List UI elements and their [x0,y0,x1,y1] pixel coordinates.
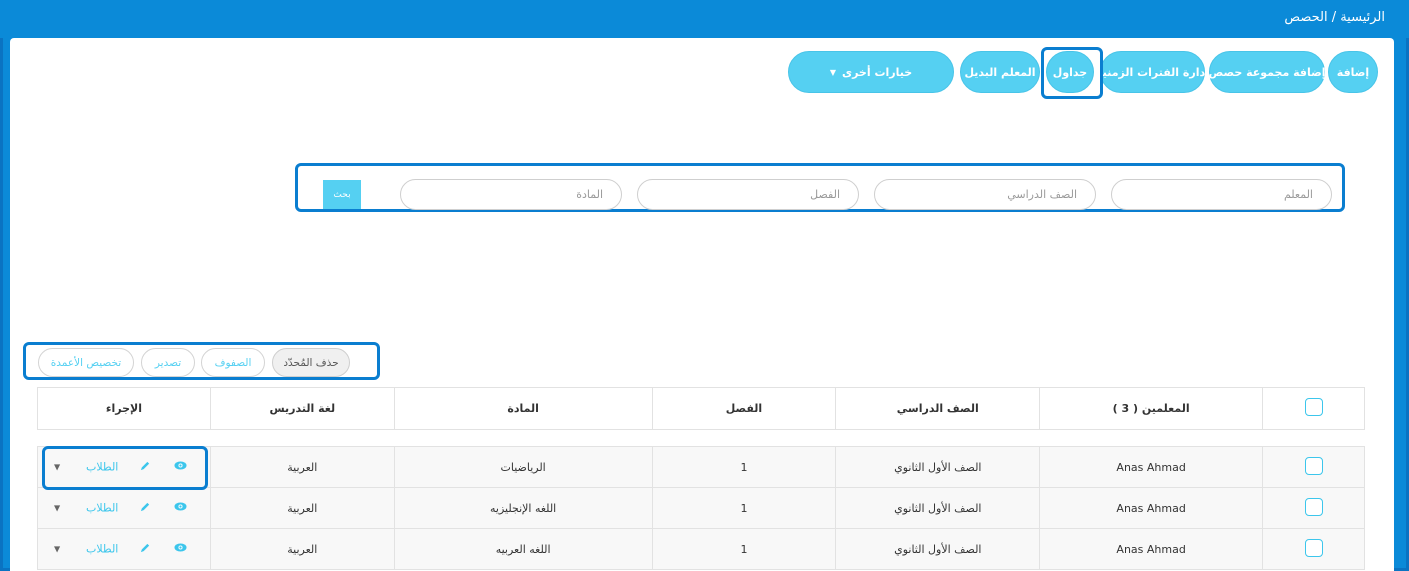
caret-down-icon[interactable]: ▼ [54,504,60,513]
class-input[interactable]: الفصل [637,179,859,210]
header-language: لغة التدريس [209,387,395,430]
subject-input[interactable]: المادة [400,179,622,210]
export-button[interactable]: تصدير [141,348,195,377]
students-link[interactable]: الطلاب [86,502,118,515]
table-row: ▼ الطلاب العربية اللغه العربيه 1 الصف ال… [37,528,1365,570]
grade-input[interactable]: الصف الدراسي [874,179,1096,210]
schedules-highlight [1041,47,1103,99]
delete-selected-button[interactable]: حذف المُحدّد [272,348,350,377]
row-select [1262,528,1365,570]
table-row: ▼ الطلاب العربية اللغه الإنجليزيه 1 الصف… [37,487,1365,529]
breadcrumb: الرئيسية / الحصص [1284,10,1385,25]
header-grade: الصف الدراسي [835,387,1041,430]
students-link[interactable]: الطلاب [86,543,118,556]
row-checkbox[interactable] [1304,538,1323,557]
row-checkbox[interactable] [1304,497,1323,516]
cell-grade: الصف الأول الثانوي [835,487,1041,529]
cell-grade: الصف الأول الثانوي [835,446,1041,488]
cell-teacher: Anas Ahmad [1039,487,1264,529]
eye-icon[interactable] [174,502,187,515]
row-select [1262,487,1365,529]
cell-language: العربية [209,446,395,488]
eye-icon[interactable] [174,543,187,556]
top-bar: الرئيسية / الحصص [0,0,1409,38]
add-button[interactable]: إضافة [1328,51,1378,93]
cell-subject: اللغه الإنجليزيه [393,487,653,529]
header-subject: المادة [393,387,653,430]
teacher-input[interactable]: المعلم [1111,179,1332,210]
cell-grade: الصف الأول الثانوي [835,528,1041,570]
cell-language: العربية [209,487,395,529]
sessions-table: الإجراء لغة التدريس المادة الفصل الصف ال… [37,387,1365,570]
select-all-checkbox[interactable] [1304,398,1323,416]
row-actions-highlight [42,446,208,490]
cell-subject: اللغه العربيه [393,528,653,570]
manage-periods-button[interactable]: إدارة الفترات الزمنية [1096,51,1209,93]
cell-teacher: Anas Ahmad [1039,528,1264,570]
search-button[interactable]: بحث [323,180,361,209]
row-actions: ▼ الطلاب [37,487,211,529]
substitute-teacher-button[interactable]: المعلم البديل [960,51,1040,93]
caret-down-icon: ▼ [829,67,836,77]
table-row: ▼ الطلاب العربية الرياضيات 1 الصف الأول … [37,446,1365,488]
cell-teacher: Anas Ahmad [1039,446,1264,488]
customize-columns-button[interactable]: تخصيص الأعمدة [38,348,134,377]
caret-down-icon[interactable]: ▼ [54,545,60,554]
pencil-icon[interactable] [140,501,151,515]
header-actions: الإجراء [37,387,211,430]
row-checkbox[interactable] [1304,456,1323,475]
add-group-button[interactable]: إضافة مجموعة حصص [1208,51,1326,93]
header-teachers: المعلمين ( 3 ) [1039,387,1264,430]
pencil-icon[interactable] [140,542,151,556]
row-actions: ▼ الطلاب [37,528,211,570]
cell-language: العربية [209,528,395,570]
more-options-dropdown[interactable]: خيارات أخرى ▼ [788,51,954,93]
cell-class: 1 [651,446,837,488]
cell-class: 1 [651,487,837,529]
rows-button[interactable]: الصفوف [201,348,265,377]
header-select-all [1262,387,1365,430]
row-select [1262,446,1365,488]
cell-class: 1 [651,528,837,570]
cell-subject: الرياضيات [393,446,653,488]
more-options-label: خيارات أخرى [842,65,913,79]
header-class: الفصل [651,387,837,430]
